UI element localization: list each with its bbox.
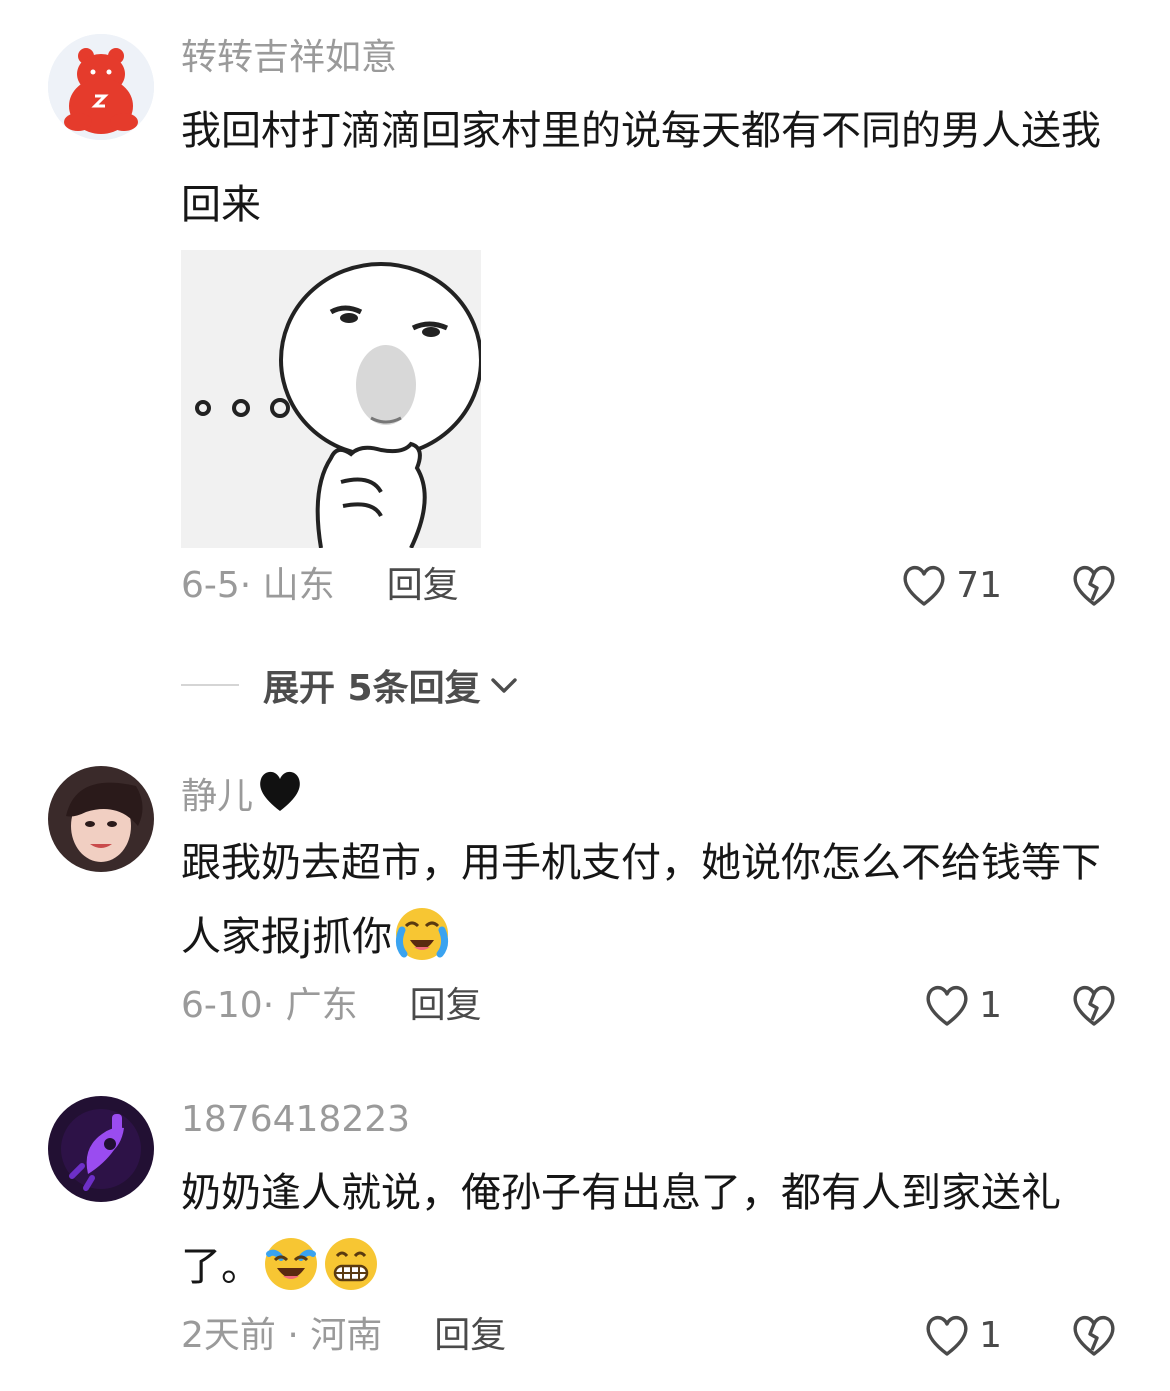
- date-location: 2天前 · 河南: [181, 1315, 383, 1356]
- reply-button[interactable]: 回复: [387, 565, 459, 606]
- expand-replies-label: 展开 5条回复: [263, 668, 481, 709]
- grinning-face-icon: [321, 1232, 381, 1292]
- meme-sticker-image[interactable]: [181, 250, 481, 548]
- reply-button[interactable]: 回复: [434, 1315, 506, 1356]
- date-location: 6-10· 广东: [181, 985, 358, 1026]
- avatar[interactable]: [48, 1096, 154, 1202]
- username[interactable]: 静儿: [181, 766, 305, 819]
- username-text: 静儿: [181, 776, 254, 817]
- broken-heart-icon: [1073, 985, 1115, 1026]
- heart-outline-icon: [926, 985, 968, 1026]
- username[interactable]: 1876418223: [181, 1098, 410, 1142]
- avatar[interactable]: [48, 766, 154, 872]
- comment-text: 我回村打滴滴回家村里的说每天都有不同的男人送我回来: [181, 108, 1101, 228]
- comment-text-content: 跟我奶去超市，用手机支付，她说你怎么不给钱等下人家报j抓你: [181, 840, 1101, 960]
- laughing-face-icon: [261, 1232, 321, 1292]
- comment-text: 奶奶逢人就说，俺孙子有出息了，都有人到家送礼了。: [181, 1156, 1111, 1304]
- comment-meta: 6-10· 广东 回复: [181, 984, 482, 1028]
- avatar[interactable]: [48, 34, 154, 140]
- thinking-face-meme: [181, 250, 481, 548]
- heart-outline-icon: [926, 1315, 968, 1356]
- username[interactable]: 转转吉祥如意: [181, 36, 397, 80]
- comment-meta: 2天前 · 河南 回复: [181, 1314, 506, 1358]
- comment-meta: 6-5· 山东 回复: [181, 564, 459, 608]
- like-button[interactable]: 1: [923, 980, 1002, 1030]
- reply-button[interactable]: 回复: [410, 985, 482, 1026]
- expand-replies-button[interactable]: 展开 5条回复: [181, 660, 521, 710]
- date-location: 6-5· 山东: [181, 565, 335, 606]
- purple-rocket-avatar-icon: [48, 1096, 154, 1202]
- like-count: 71: [956, 564, 1002, 606]
- broken-heart-icon: [1073, 1315, 1115, 1356]
- like-button[interactable]: 1: [923, 1310, 1002, 1360]
- loudly-crying-face-icon: [392, 902, 452, 962]
- broken-heart-icon: [1073, 565, 1115, 606]
- person-avatar-icon: [48, 766, 154, 872]
- like-button[interactable]: 71: [900, 560, 1002, 610]
- like-count: 1: [979, 984, 1002, 1026]
- heart-outline-icon: [903, 565, 945, 606]
- like-count: 1: [979, 1314, 1002, 1356]
- dislike-button[interactable]: [1070, 980, 1118, 1028]
- bear-avatar-icon: [48, 34, 154, 140]
- comment-text: 跟我奶去超市，用手机支付，她说你怎么不给钱等下人家报j抓你: [181, 826, 1111, 974]
- dislike-button[interactable]: [1070, 1310, 1118, 1358]
- black-heart-icon: [260, 771, 300, 811]
- chevron-down-icon: [490, 678, 517, 693]
- divider-line: [181, 684, 239, 686]
- dislike-button[interactable]: [1070, 560, 1118, 608]
